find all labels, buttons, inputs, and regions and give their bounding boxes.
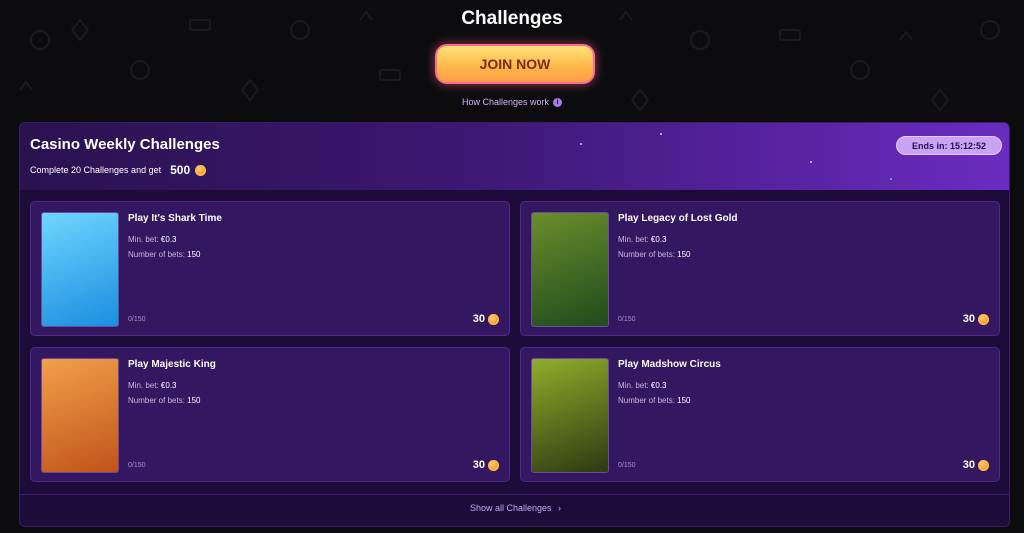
- bets-value: 150: [677, 250, 691, 259]
- min-bet-value: €0.3: [650, 235, 667, 244]
- challenge-name: Play Legacy of Lost Gold: [618, 213, 738, 224]
- bets-line: Number of bets: 150: [618, 250, 691, 259]
- weekly-challenges-panel: Casino Weekly Challenges Complete 20 Cha…: [19, 122, 1010, 527]
- total-reward-amount: 500: [170, 163, 191, 177]
- min-bet-label: Min. bet:: [128, 235, 159, 244]
- chevron-right-icon: ›: [558, 503, 562, 513]
- show-all-challenges-link[interactable]: Show all Challenges ›: [20, 503, 1009, 513]
- min-bet-label: Min. bet:: [618, 381, 649, 390]
- challenge-card[interactable]: Play Majestic King Min. bet: €0.3 Number o…: [30, 347, 510, 482]
- min-bet-line: Min. bet: €0.3: [618, 381, 667, 390]
- bets-value: 150: [677, 396, 691, 405]
- challenge-name: Play It's Shark Time: [128, 213, 222, 224]
- ends-in-timer-badge: Ends in: 15:12:52: [896, 136, 1002, 155]
- divider: [20, 494, 1009, 495]
- panel-header: Casino Weekly Challenges Complete 20 Cha…: [20, 123, 1009, 190]
- min-bet-line: Min. bet: €0.3: [128, 235, 177, 244]
- page-title: Challenges: [461, 8, 563, 29]
- challenge-reward: 30: [963, 459, 989, 471]
- bets-value: 150: [187, 250, 201, 259]
- bets-label: Number of bets:: [618, 396, 675, 405]
- info-icon[interactable]: i: [553, 97, 563, 107]
- challenge-reward: 30: [473, 313, 499, 325]
- progress-text: 0/150: [618, 462, 636, 469]
- coin-icon: [488, 313, 499, 325]
- reward-amount: 30: [472, 459, 485, 471]
- how-challenges-work-link[interactable]: How Challenges work i: [0, 97, 1024, 107]
- panel-subtitle: Complete 20 Challenges and get 500: [30, 163, 207, 177]
- panel-subtitle-text: Complete 20 Challenges and get: [30, 165, 162, 175]
- bets-line: Number of bets: 150: [128, 396, 201, 405]
- coin-icon: [488, 459, 499, 471]
- min-bet-line: Min. bet: €0.3: [128, 381, 177, 390]
- progress-text: 0/150: [128, 316, 146, 323]
- bets-label: Number of bets:: [618, 250, 675, 259]
- min-bet-label: Min. bet:: [618, 235, 649, 244]
- reward-amount: 30: [962, 459, 975, 471]
- bets-label: Number of bets:: [128, 396, 185, 405]
- reward-amount: 30: [472, 313, 485, 325]
- min-bet-line: Min. bet: €0.3: [618, 235, 667, 244]
- bets-line: Number of bets: 150: [618, 396, 691, 405]
- min-bet-value: €0.3: [160, 381, 177, 390]
- challenge-reward: 30: [963, 313, 989, 325]
- join-now-button[interactable]: JOIN NOW: [435, 44, 595, 84]
- coin-icon: [978, 459, 989, 471]
- challenge-name: Play Majestic King: [128, 359, 216, 370]
- challenge-card[interactable]: Play It's Shark Time Min. bet: €0.3 Number…: [30, 201, 510, 336]
- bets-label: Number of bets:: [128, 250, 185, 259]
- legacy-lost-gold-thumbnail[interactable]: [531, 212, 609, 327]
- challenge-card[interactable]: Play Madshow Circus Min. bet: €0.3 Number …: [520, 347, 1000, 482]
- progress-text: 0/150: [128, 462, 146, 469]
- bets-value: 150: [187, 396, 201, 405]
- shark-time-thumbnail[interactable]: [41, 212, 119, 327]
- challenge-card[interactable]: Play Legacy of Lost Gold Min. bet: €0.3 Nu…: [520, 201, 1000, 336]
- bets-line: Number of bets: 150: [128, 250, 201, 259]
- reward-amount: 30: [962, 313, 975, 325]
- majestic-king-thumbnail[interactable]: [41, 358, 119, 473]
- coin-icon: [195, 164, 207, 176]
- challenge-reward: 30: [473, 459, 499, 471]
- show-all-label: Show all Challenges: [469, 503, 552, 513]
- min-bet-value: €0.3: [160, 235, 177, 244]
- madshow-circus-thumbnail[interactable]: [531, 358, 609, 473]
- min-bet-value: €0.3: [650, 381, 667, 390]
- challenge-name: Play Madshow Circus: [618, 359, 721, 370]
- panel-title: Casino Weekly Challenges: [30, 136, 220, 153]
- how-challenges-work-label: How Challenges work: [461, 97, 550, 107]
- coin-icon: [978, 313, 989, 325]
- progress-text: 0/150: [618, 316, 636, 323]
- min-bet-label: Min. bet:: [128, 381, 159, 390]
